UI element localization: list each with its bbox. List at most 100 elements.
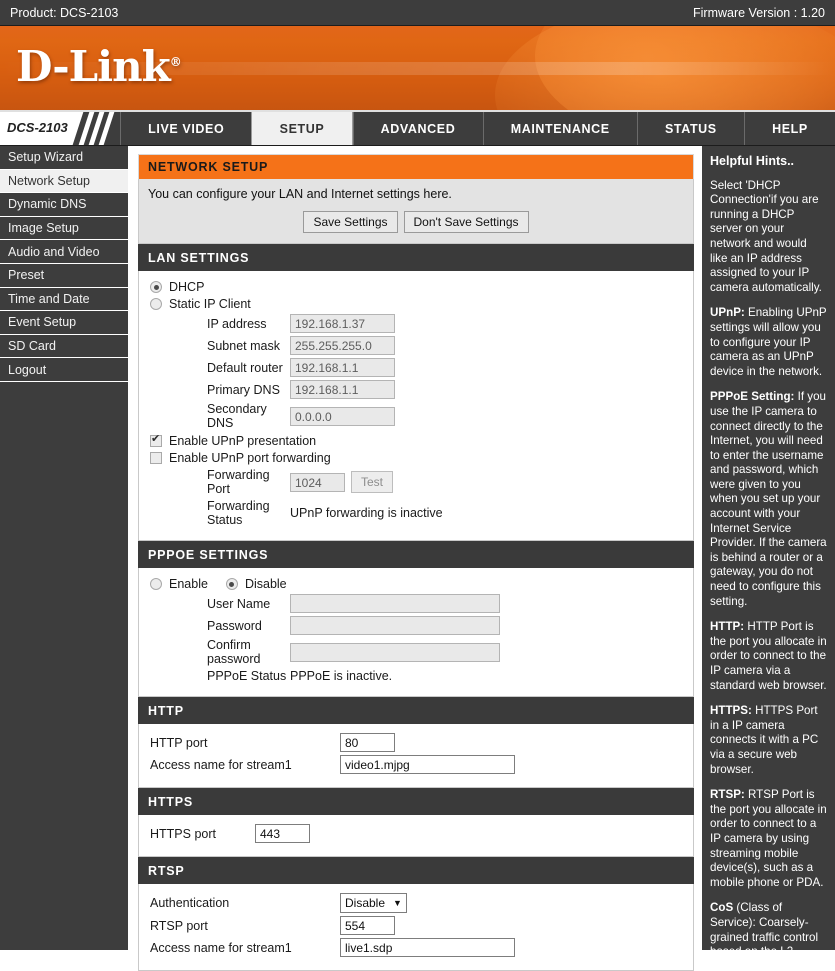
subnet-mask-label: Subnet mask: [207, 338, 280, 353]
pppoe-enable-disable-row[interactable]: Enable Disable: [150, 577, 684, 591]
rtsp-auth-selected-value: Disable: [345, 896, 386, 910]
helpful-hints-title: Helpful Hints..: [710, 154, 795, 168]
tab-live-video[interactable]: LIVE VIDEO: [120, 112, 251, 145]
upnp-port-forwarding-checkbox[interactable]: [150, 452, 162, 464]
test-button[interactable]: Test: [351, 471, 394, 493]
sidebar-item-audio-and-video[interactable]: Audio and Video: [0, 240, 128, 264]
pppoe-enable-label: Enable: [169, 577, 208, 591]
tab-setup[interactable]: SETUP: [251, 112, 353, 145]
rtsp-panel: RTSP Authentication Disable ▼ RTSP port …: [138, 857, 694, 971]
hint-http: HTTP: HTTP Port is the port you allocate…: [710, 620, 827, 693]
pppoe-confirm-password-input[interactable]: [290, 642, 500, 662]
http-body: HTTP port 80 Access name for stream1 vid…: [138, 724, 694, 788]
sidebar-item-dynamic-dns[interactable]: Dynamic DNS: [0, 193, 128, 217]
hint-dhcp: Select 'DHCP Connection'if you are runni…: [710, 178, 822, 294]
pppoe-disable-radio[interactable]: [225, 578, 238, 590]
http-title: HTTP: [138, 697, 694, 724]
hint-pppoe-label: PPPoE Setting:: [710, 390, 795, 404]
hint-rtsp-text: RTSP Port is the port you allocate in or…: [710, 788, 827, 889]
subnet-mask-row: Subnet mask 255.255.255.0: [150, 336, 684, 355]
rtsp-auth-row: Authentication Disable ▼: [150, 893, 684, 913]
dhcp-option-row[interactable]: DHCP: [150, 280, 684, 294]
default-router-label: Default router: [207, 360, 283, 375]
pppoe-password-label: Password: [207, 618, 262, 633]
tab-help[interactable]: HELP: [743, 112, 835, 145]
rtsp-stream-label: Access name for stream1: [150, 940, 292, 955]
primary-dns-input[interactable]: 192.168.1.1: [290, 380, 395, 399]
pppoe-status-value: PPPoE is inactive.: [290, 669, 393, 683]
rtsp-port-label: RTSP port: [150, 918, 208, 933]
sidebar-item-logout[interactable]: Logout: [0, 358, 128, 382]
https-port-label: HTTPS port: [150, 826, 216, 841]
sidebar-item-sd-card[interactable]: SD Card: [0, 335, 128, 359]
https-panel: HTTPS HTTPS port 443: [138, 788, 694, 857]
pppoe-settings-title: PPPOE SETTINGS: [138, 541, 694, 568]
tab-advanced[interactable]: ADVANCED: [352, 112, 483, 145]
static-ip-option-row[interactable]: Static IP Client: [150, 297, 684, 311]
rtsp-stream-input[interactable]: live1.sdp: [340, 938, 515, 957]
upnp-port-forwarding-row[interactable]: Enable UPnP port forwarding: [150, 451, 684, 465]
primary-dns-label: Primary DNS: [207, 382, 280, 397]
pppoe-username-label: User Name: [207, 596, 271, 611]
sidebar-item-network-setup[interactable]: Network Setup: [0, 169, 128, 194]
helpful-hints-panel: Helpful Hints.. Select 'DHCP Connection'…: [700, 146, 835, 950]
sidebar-item-image-setup[interactable]: Image Setup: [0, 217, 128, 241]
hint-pppoe: PPPoE Setting: If you use the IP camera …: [710, 390, 827, 609]
ip-address-row: IP address 192.168.1.37: [150, 314, 684, 333]
pppoe-status-row: PPPoE Status PPPoE is inactive.: [150, 669, 684, 683]
http-stream-input[interactable]: video1.mjpg: [340, 755, 515, 774]
ip-address-label: IP address: [207, 316, 267, 331]
tab-maintenance[interactable]: MAINTENANCE: [482, 112, 637, 145]
ip-address-input[interactable]: 192.168.1.37: [290, 314, 395, 333]
sidebar-item-setup-wizard[interactable]: Setup Wizard: [0, 146, 128, 170]
sidebar-item-event-setup[interactable]: Event Setup: [0, 311, 128, 335]
rtsp-port-input[interactable]: 554: [340, 916, 395, 935]
default-router-input[interactable]: 192.168.1.1: [290, 358, 395, 377]
hint-upnp: UPnP: Enabling UPnP settings will allow …: [710, 306, 827, 379]
dlink-logo: D-Link®: [16, 42, 182, 91]
https-port-row: HTTPS port 443: [150, 824, 684, 843]
network-setup-body: You can configure your LAN and Internet …: [138, 179, 694, 244]
dont-save-settings-button[interactable]: Don't Save Settings: [403, 211, 529, 233]
static-ip-radio[interactable]: [150, 298, 162, 310]
pppoe-settings-body: Enable Disable User Name Password Confir…: [138, 568, 694, 697]
dhcp-radio[interactable]: [150, 281, 162, 293]
http-port-label: HTTP port: [150, 735, 208, 750]
hint-pppoe-text: If you use the IP camera to connect dire…: [710, 390, 827, 608]
pppoe-disable-label: Disable: [244, 577, 287, 591]
tab-status[interactable]: STATUS: [636, 112, 744, 145]
page-body: Setup Wizard Network Setup Dynamic DNS I…: [0, 146, 835, 971]
rtsp-stream-row: Access name for stream1 live1.sdp: [150, 938, 684, 957]
hint-upnp-label: UPnP:: [710, 306, 745, 320]
https-port-input[interactable]: 443: [255, 824, 310, 843]
pppoe-confirm-password-row: Confirm password: [150, 638, 684, 666]
http-port-input[interactable]: 80: [340, 733, 395, 752]
save-settings-button[interactable]: Save Settings: [303, 211, 398, 233]
pppoe-password-input[interactable]: [290, 616, 500, 635]
secondary-dns-input[interactable]: 0.0.0.0: [290, 406, 395, 426]
sidebar-item-time-and-date[interactable]: Time and Date: [0, 288, 128, 312]
hint-cos-label: CoS: [710, 901, 734, 915]
upnp-presentation-checkbox[interactable]: [150, 433, 162, 447]
pppoe-password-row: Password: [150, 616, 684, 635]
network-setup-panel: NETWORK SETUP You can configure your LAN…: [138, 154, 694, 244]
pppoe-username-input[interactable]: [290, 594, 500, 613]
settings-button-row: Save Settings Don't Save Settings: [148, 211, 684, 233]
subnet-mask-input[interactable]: 255.255.255.0: [290, 336, 395, 355]
hint-rtsp-label: RTSP:: [710, 788, 745, 802]
firmware-version: Firmware Version : 1.20: [693, 5, 825, 20]
product-name: Product: DCS-2103: [10, 5, 119, 20]
http-stream-row: Access name for stream1 video1.mjpg: [150, 755, 684, 774]
upnp-presentation-row[interactable]: Enable UPnP presentation: [150, 433, 684, 448]
pppoe-enable-radio[interactable]: [150, 578, 162, 590]
pppoe-confirm-password-label: Confirm password: [207, 638, 261, 666]
primary-dns-row: Primary DNS 192.168.1.1: [150, 380, 684, 399]
hint-https: HTTPS: HTTPS Port in a IP camera connect…: [710, 704, 827, 777]
forwarding-port-input[interactable]: 1024: [290, 472, 345, 492]
forwarding-status-value: UPnP forwarding is inactive: [290, 506, 443, 520]
sidebar-item-preset[interactable]: Preset: [0, 264, 128, 288]
rtsp-auth-select[interactable]: Disable ▼: [340, 893, 407, 913]
forwarding-port-row: Forwarding Port 1024 Test: [150, 468, 684, 496]
rtsp-title: RTSP: [138, 857, 694, 884]
registered-mark-icon: ®: [169, 55, 182, 69]
